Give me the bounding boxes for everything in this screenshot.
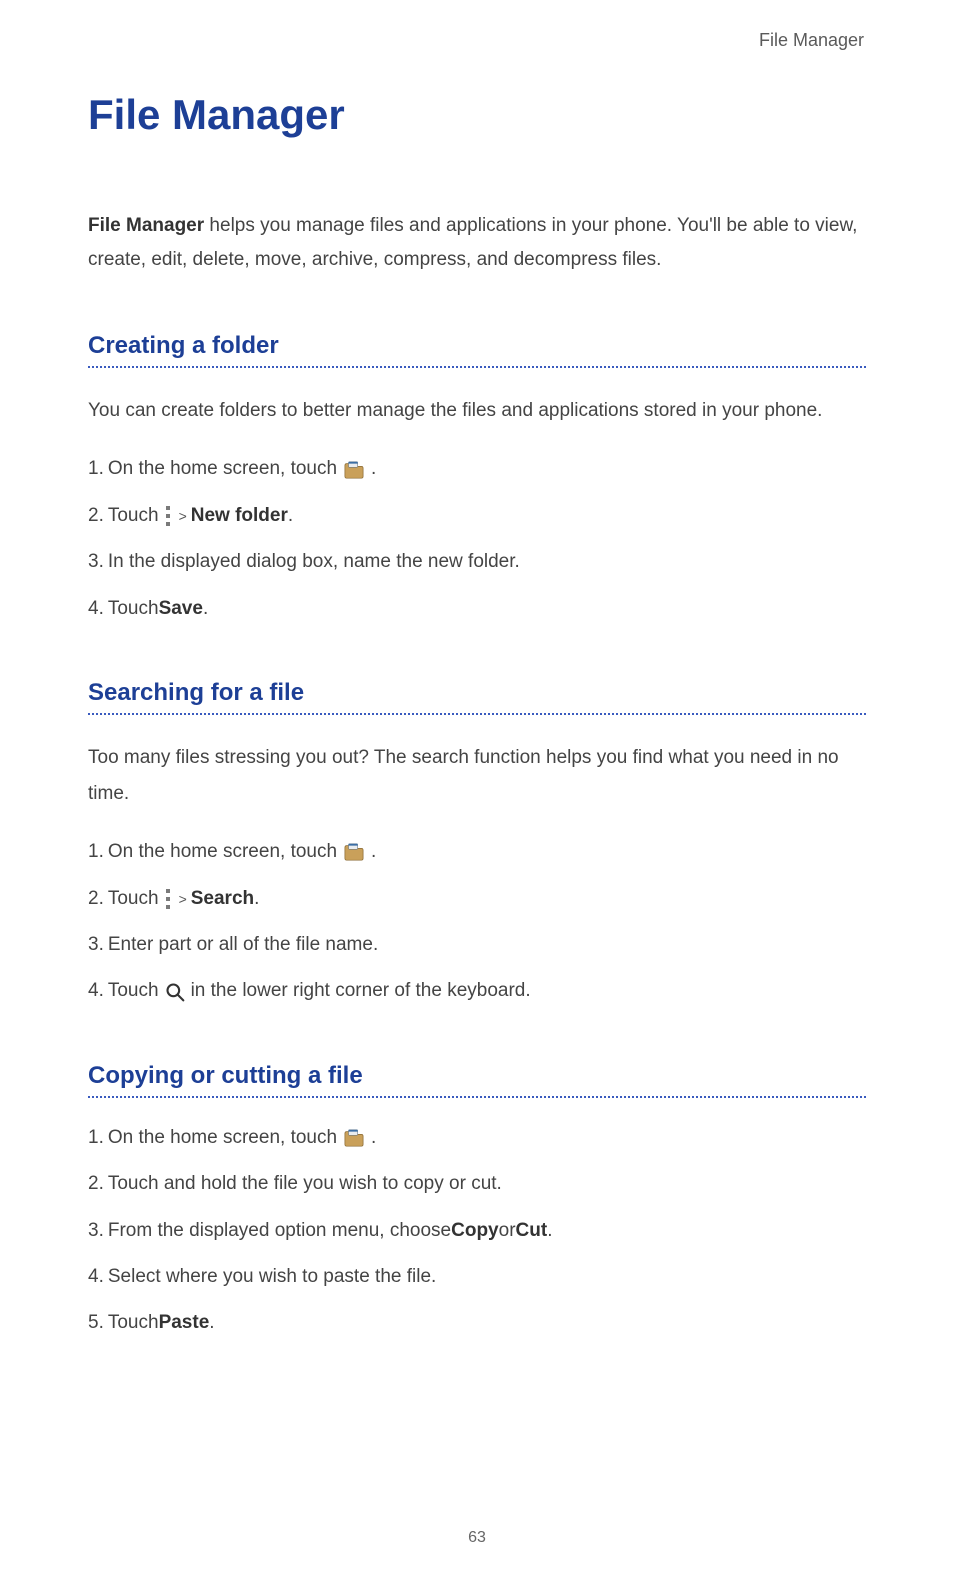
- step-number: 3.: [88, 1216, 104, 1246]
- step-text-end: .: [371, 837, 376, 867]
- step-text: On the home screen, touch: [108, 1123, 337, 1153]
- section1-steps: 1. On the home screen, touch . 2. Touch: [88, 454, 866, 624]
- file-manager-icon: [343, 842, 365, 862]
- step-text: From the displayed option menu, choose: [108, 1216, 451, 1246]
- document-page: File Manager File Manager File Manager h…: [0, 0, 954, 1339]
- step-item: 4. Select where you wish to paste the fi…: [88, 1262, 866, 1292]
- section2-body: Too many files stressing you out? The se…: [88, 740, 866, 812]
- step-text-end: in the lower right corner of the keyboar…: [191, 976, 531, 1006]
- section1-body: You can create folders to better manage …: [88, 393, 866, 429]
- step-item: 2. Touch > New folder.: [88, 501, 866, 531]
- intro-text: helps you manage files and applications …: [88, 215, 857, 270]
- step-number: 2.: [88, 884, 104, 914]
- step-number: 5.: [88, 1308, 104, 1338]
- step-number: 1.: [88, 1123, 104, 1153]
- step-text-end: .: [209, 1308, 214, 1338]
- step-text: Touch: [108, 976, 159, 1006]
- step-text: Touch: [108, 501, 159, 531]
- section-heading-searching-file: Searching for a file: [88, 679, 866, 707]
- more-options-icon: [165, 888, 171, 910]
- section3-steps: 1. On the home screen, touch . 2. Touch …: [88, 1123, 866, 1339]
- step-number: 1.: [88, 837, 104, 867]
- section-heading-creating-folder: Creating a folder: [88, 332, 866, 360]
- step-item: 2. Touch > Search.: [88, 884, 866, 914]
- step-text-end: .: [371, 1123, 376, 1153]
- file-manager-icon: [343, 460, 365, 480]
- step-item: 3. From the displayed option menu, choos…: [88, 1216, 866, 1246]
- step-number: 4.: [88, 976, 104, 1006]
- step-number: 4.: [88, 594, 104, 624]
- step-number: 4.: [88, 1262, 104, 1292]
- step-text: Enter part or all of the file name.: [108, 930, 378, 960]
- menu-item-copy: Copy: [451, 1216, 499, 1246]
- step-text-end: .: [371, 454, 376, 484]
- section-divider: [88, 366, 866, 368]
- more-options-icon: [165, 505, 171, 527]
- step-item: 1. On the home screen, touch .: [88, 837, 866, 867]
- section-heading-copy-cut: Copying or cutting a file: [88, 1062, 866, 1090]
- step-number: 1.: [88, 454, 104, 484]
- step-text: Touch and hold the file you wish to copy…: [108, 1169, 502, 1199]
- menu-item-search: Search: [191, 884, 254, 914]
- step-text: Touch: [108, 594, 159, 624]
- section-divider: [88, 713, 866, 715]
- step-text-end: .: [203, 594, 208, 624]
- page-number: 63: [0, 1529, 954, 1547]
- intro-paragraph: File Manager helps you manage files and …: [88, 209, 866, 277]
- step-text: Select where you wish to paste the file.: [108, 1262, 436, 1292]
- step-item: 4. Touch in the lower right corner of th…: [88, 976, 866, 1006]
- step-text-end: .: [254, 884, 259, 914]
- step-item: 5. Touch Paste.: [88, 1308, 866, 1338]
- step-number: 3.: [88, 547, 104, 577]
- step-item: 4. Touch Save.: [88, 594, 866, 624]
- step-item: 2. Touch and hold the file you wish to c…: [88, 1169, 866, 1199]
- step-item: 1. On the home screen, touch .: [88, 454, 866, 484]
- step-item: 3. Enter part or all of the file name.: [88, 930, 866, 960]
- intro-bold: File Manager: [88, 215, 204, 236]
- step-text: Touch: [108, 1308, 159, 1338]
- step-item: 3. In the displayed dialog box, name the…: [88, 547, 866, 577]
- step-text: Touch: [108, 884, 159, 914]
- search-icon: [165, 982, 185, 1002]
- breadcrumb-separator: >: [179, 505, 187, 527]
- section-divider: [88, 1096, 866, 1098]
- step-text-mid: or: [499, 1216, 516, 1246]
- button-label-paste: Paste: [159, 1308, 210, 1338]
- file-manager-icon: [343, 1128, 365, 1148]
- step-number: 2.: [88, 1169, 104, 1199]
- step-text: On the home screen, touch: [108, 454, 337, 484]
- step-number: 3.: [88, 930, 104, 960]
- step-item: 1. On the home screen, touch .: [88, 1123, 866, 1153]
- section2-steps: 1. On the home screen, touch . 2. Touch: [88, 837, 866, 1007]
- page-title: File Manager: [88, 91, 866, 139]
- breadcrumb-separator: >: [179, 888, 187, 910]
- step-text: In the displayed dialog box, name the ne…: [108, 547, 520, 577]
- menu-item-cut: Cut: [516, 1216, 548, 1246]
- menu-item-new-folder: New folder: [191, 501, 288, 531]
- step-text-end: .: [288, 501, 293, 531]
- step-text: On the home screen, touch: [108, 837, 337, 867]
- step-number: 2.: [88, 501, 104, 531]
- step-text-end: .: [547, 1216, 552, 1246]
- page-header: File Manager: [88, 30, 866, 51]
- button-label-save: Save: [159, 594, 203, 624]
